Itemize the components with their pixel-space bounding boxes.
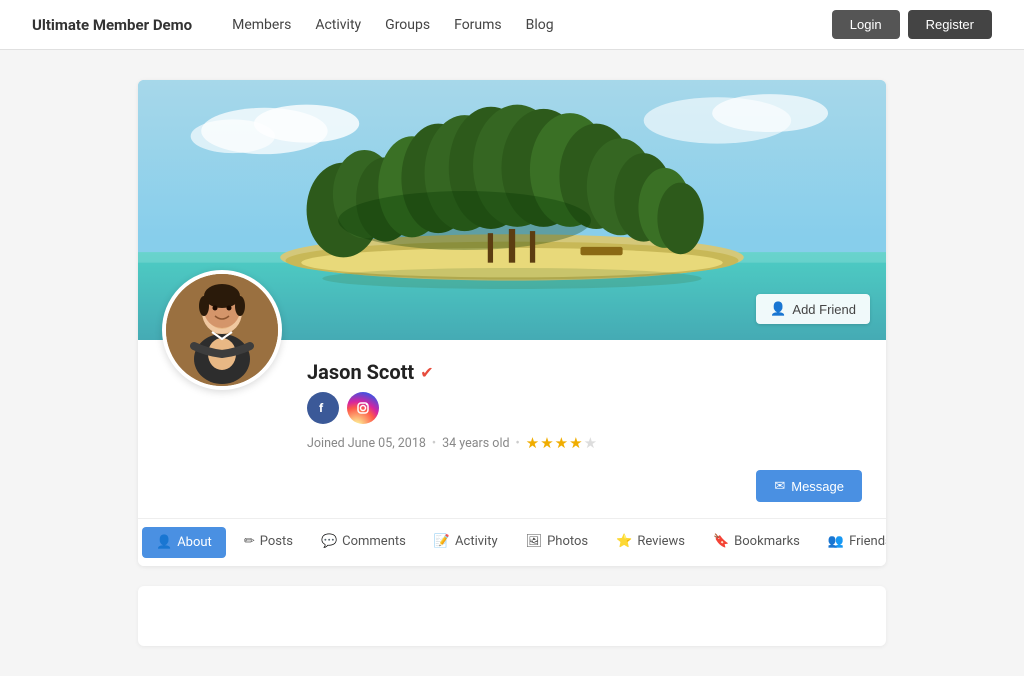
avatar — [162, 270, 282, 390]
tab-friends[interactable]: 👥 Friends — [814, 519, 886, 566]
profile-name: Jason Scott — [307, 360, 414, 384]
comments-icon: 💬 — [321, 534, 337, 549]
profile-info: Jason Scott ✔ f — [138, 340, 886, 518]
friends-icon: 👥 — [828, 534, 844, 549]
bookmarks-icon: 🔖 — [713, 534, 729, 549]
verified-badge: ✔ — [420, 363, 433, 382]
nav-blog[interactable]: Blog — [526, 17, 554, 33]
tab-posts[interactable]: ✏ Posts — [230, 519, 307, 566]
photos-icon: 🖼 — [526, 534, 543, 549]
message-button[interactable]: ✉ Message — [756, 470, 862, 502]
instagram-icon[interactable] — [347, 392, 379, 424]
svg-text:f: f — [319, 401, 324, 415]
facebook-icon[interactable]: f — [307, 392, 339, 424]
posts-icon: ✏ — [244, 534, 255, 549]
tab-about[interactable]: 👤 About — [142, 527, 226, 558]
profile-name-row: Jason Scott ✔ — [307, 360, 862, 384]
navbar: Ultimate Member Demo Members Activity Gr… — [0, 0, 1024, 50]
profile-card: 👤 Add Friend — [138, 80, 886, 566]
tab-bookmarks[interactable]: 🔖 Bookmarks — [699, 519, 814, 566]
nav-menu: Members Activity Groups Forums Blog — [232, 17, 832, 33]
envelope-icon: ✉ — [774, 478, 785, 494]
profile-tabs: 👤 About ✏ Posts 💬 Comments 📝 Activity 🖼 … — [138, 518, 886, 566]
profile-meta: Joined June 05, 2018 • 34 years old • ★ … — [307, 434, 862, 452]
tab-activity[interactable]: 📝 Activity — [420, 519, 512, 566]
person-icon: 👤 — [770, 301, 786, 317]
activity-icon: 📝 — [434, 534, 450, 549]
message-btn-row: ✉ Message — [307, 470, 862, 518]
tab-comments[interactable]: 💬 Comments — [307, 519, 420, 566]
navbar-actions: Login Register — [832, 10, 992, 39]
page-content: 👤 Add Friend — [122, 80, 902, 646]
nav-forums[interactable]: Forums — [454, 17, 502, 33]
profile-age: 34 years old — [442, 436, 509, 451]
nav-activity[interactable]: Activity — [315, 17, 361, 33]
login-button[interactable]: Login — [832, 10, 900, 39]
about-icon: 👤 — [156, 535, 172, 550]
joined-date: Joined June 05, 2018 — [307, 436, 426, 451]
reviews-icon: ⭐ — [616, 534, 632, 549]
star-rating: ★ ★ ★ ★ ★ — [526, 434, 597, 452]
brand: Ultimate Member Demo — [32, 16, 192, 34]
lower-section — [138, 586, 886, 646]
add-friend-button[interactable]: 👤 Add Friend — [756, 294, 870, 324]
social-icons: f — [307, 392, 862, 424]
register-button[interactable]: Register — [908, 10, 992, 39]
nav-members[interactable]: Members — [232, 17, 291, 33]
tab-photos[interactable]: 🖼 Photos — [512, 519, 603, 566]
nav-groups[interactable]: Groups — [385, 17, 430, 33]
tab-reviews[interactable]: ⭐ Reviews — [602, 519, 699, 566]
